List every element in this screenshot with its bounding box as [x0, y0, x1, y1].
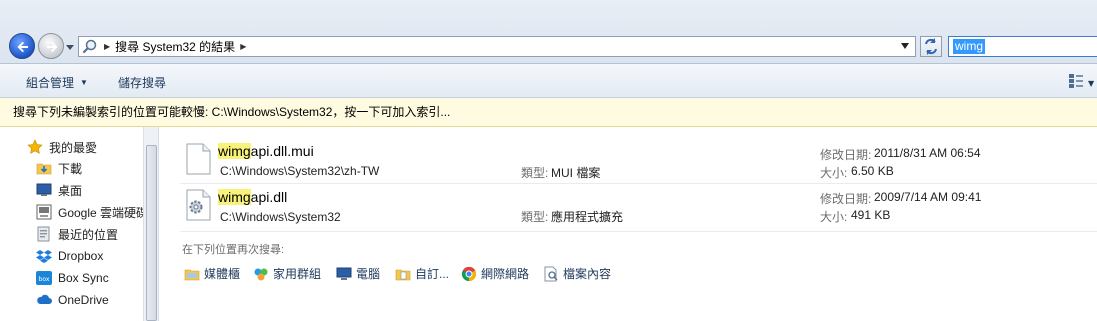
- breadcrumb-arrow-icon[interactable]: ▶: [104, 42, 110, 51]
- search-again-libraries[interactable]: 媒體櫃: [184, 265, 240, 282]
- libraries-icon: [184, 269, 200, 280]
- desktop-icon: [36, 183, 52, 196]
- sidebar-item-downloads[interactable]: 下載: [36, 158, 82, 178]
- google-drive-icon: [36, 204, 52, 220]
- breadcrumb-arrow-icon[interactable]: ▶: [240, 42, 246, 51]
- computer-icon: [336, 267, 352, 280]
- sidebar-item-label: Box Sync: [58, 271, 109, 285]
- download-folder-icon: [36, 163, 52, 175]
- file-icon: [186, 143, 211, 175]
- nav-pane-scrollbar[interactable]: [143, 127, 158, 321]
- search-again-title: 在下列位置再次搜尋:: [182, 244, 285, 256]
- result-item[interactable]: wimgapi.dll C:\Windows\System32 類型: 應用程式…: [180, 183, 1097, 229]
- date-modified-label: 修改日期:: [820, 192, 872, 206]
- favorites-header[interactable]: 我的最愛: [27, 137, 97, 157]
- sidebar-item-recent-places[interactable]: 最近的位置: [36, 224, 118, 244]
- arrow-right-icon: [47, 41, 58, 53]
- type-value: MUI 檔案: [551, 166, 601, 180]
- search-icon: [82, 39, 97, 53]
- file-contents-icon: [544, 266, 558, 281]
- location-label: 自訂...: [415, 267, 450, 281]
- address-bar-region: ▶ 搜尋 System32 的結果 ▶ wimg: [0, 0, 1097, 64]
- file-name-rest: api.dll.mui: [250, 143, 314, 159]
- svg-text:box: box: [39, 276, 50, 283]
- type-label: 類型:: [521, 210, 549, 224]
- dll-gear-icon: [186, 189, 211, 221]
- refresh-button[interactable]: [920, 36, 942, 57]
- file-name[interactable]: wimgapi.dll.mui: [218, 143, 314, 159]
- date-modified-value: 2011/8/31 AM 06:54: [874, 146, 981, 160]
- search-match-highlight: wimg: [218, 189, 251, 205]
- size-value: 491 KB: [851, 208, 891, 222]
- recent-places-icon: [37, 226, 50, 242]
- scrollbar-thumb[interactable]: [146, 145, 157, 321]
- file-path: C:\Windows\System32: [220, 210, 341, 224]
- address-dropdown-icon[interactable]: [901, 43, 909, 49]
- search-results-pane: wimgapi.dll.mui C:\Windows\System32\zh-T…: [160, 127, 1097, 321]
- sidebar-item-label: 下載: [58, 161, 83, 176]
- box-sync-icon: box: [36, 271, 52, 285]
- sidebar-item-onedrive[interactable]: OneDrive: [36, 290, 109, 310]
- divider: [180, 231, 1097, 232]
- sidebar-item-label: OneDrive: [58, 293, 109, 307]
- type-label: 類型:: [521, 166, 549, 180]
- type-value: 應用程式擴充: [551, 210, 624, 224]
- search-again-computer[interactable]: 電腦: [336, 265, 380, 282]
- sidebar-item-box-sync[interactable]: box Box Sync: [36, 268, 109, 288]
- sidebar-item-label: 最近的位置: [58, 227, 119, 242]
- breadcrumb-search-results[interactable]: 搜尋 System32 的結果: [115, 38, 235, 55]
- date-modified-value: 2009/7/14 AM 09:41: [874, 190, 982, 204]
- change-view-icon[interactable]: [1068, 73, 1084, 89]
- search-again-custom[interactable]: 自訂...: [395, 265, 449, 282]
- sidebar-item-google-drive[interactable]: Google 雲端硬碟: [36, 202, 148, 222]
- onedrive-icon: [37, 294, 52, 304]
- favorites-label: 我的最愛: [49, 140, 98, 155]
- save-search-button[interactable]: 儲存搜尋: [118, 74, 166, 91]
- recent-pages-dropdown-icon[interactable]: [66, 43, 74, 51]
- chevron-down-icon: ▼: [80, 78, 88, 87]
- location-label: 檔案內容: [563, 267, 612, 281]
- size-label: 大小:: [820, 210, 848, 224]
- forward-button[interactable]: [38, 33, 64, 59]
- arrow-left-icon: [17, 41, 28, 53]
- back-button[interactable]: [9, 33, 35, 59]
- homegroup-icon: [254, 268, 268, 280]
- file-name[interactable]: wimgapi.dll: [218, 189, 287, 205]
- location-label: 電腦: [356, 267, 381, 281]
- sidebar-item-label: Dropbox: [58, 249, 104, 263]
- file-path: C:\Windows\System32\zh-TW: [220, 164, 380, 178]
- search-input-value: wimg: [953, 39, 986, 54]
- navigation-pane: 我的最愛 下載 桌面 Google 雲端硬碟 最近的位置 Dropbox box…: [0, 127, 159, 321]
- search-again-homegroup[interactable]: 家用群組: [253, 265, 321, 282]
- search-again-file-contents[interactable]: 檔案內容: [543, 265, 611, 282]
- location-label: 家用群組: [273, 267, 322, 281]
- index-info-bar[interactable]: 搜尋下列未編製索引的位置可能較慢: C:\Windows\System32，按一…: [0, 98, 1097, 127]
- address-box[interactable]: ▶ 搜尋 System32 的結果 ▶: [78, 36, 916, 57]
- organize-label: 組合管理: [26, 76, 75, 90]
- organize-button[interactable]: 組合管理 ▼: [26, 74, 88, 91]
- search-again-internet[interactable]: 網際網路: [461, 265, 529, 282]
- search-match-highlight: wimg: [218, 143, 251, 159]
- size-value: 6.50 KB: [851, 164, 894, 178]
- location-label: 網際網路: [481, 267, 530, 281]
- size-label: 大小:: [820, 166, 848, 180]
- file-name-rest: api.dll: [250, 189, 288, 205]
- star-icon: [27, 139, 43, 154]
- sidebar-item-label: Google 雲端硬碟: [58, 205, 149, 220]
- sidebar-item-label: 桌面: [58, 183, 83, 198]
- command-bar: 組合管理 ▼ 儲存搜尋 ▼: [0, 64, 1097, 98]
- view-dropdown-icon[interactable]: ▼: [1088, 79, 1094, 88]
- sidebar-item-dropbox[interactable]: Dropbox: [36, 246, 103, 266]
- result-item[interactable]: wimgapi.dll.mui C:\Windows\System32\zh-T…: [180, 137, 1097, 183]
- location-label: 媒體櫃: [204, 267, 241, 281]
- custom-folder-icon: [395, 269, 411, 280]
- internet-icon: [461, 266, 477, 281]
- dropbox-icon: [36, 250, 52, 263]
- search-input[interactable]: wimg: [948, 36, 1097, 57]
- sidebar-item-desktop[interactable]: 桌面: [36, 180, 82, 200]
- date-modified-label: 修改日期:: [820, 148, 872, 162]
- refresh-icon: [925, 38, 937, 55]
